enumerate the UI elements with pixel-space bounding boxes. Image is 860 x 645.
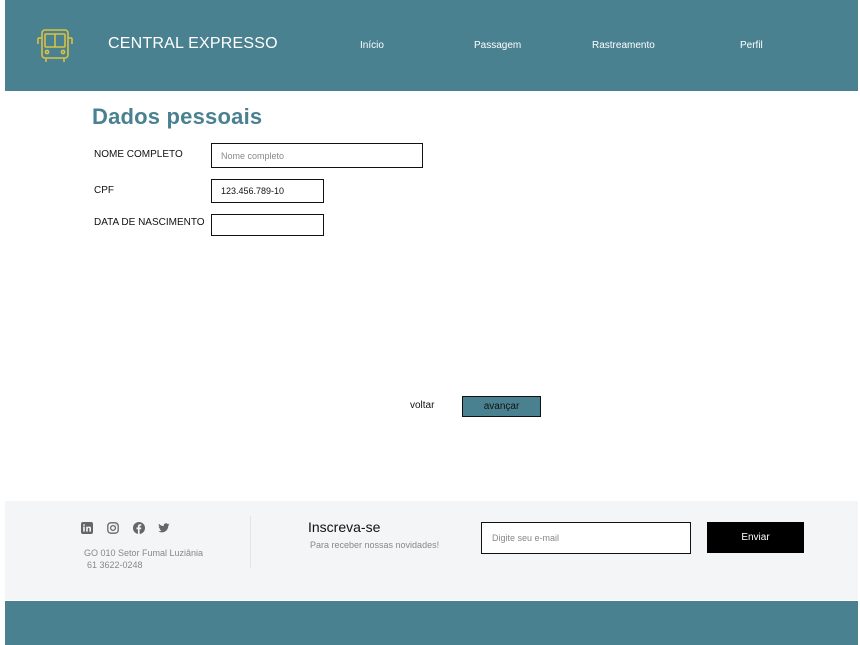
data-nascimento-input[interactable]: [211, 214, 324, 236]
enviar-button[interactable]: Enviar: [707, 522, 804, 553]
brand-name: CENTRAL EXPRESSO: [108, 35, 278, 52]
cpf-label: CPF: [94, 185, 114, 196]
page-title: Dados pessoais: [92, 104, 263, 129]
data-nascimento-label: DATA DE NASCIMENTO: [94, 217, 205, 228]
site-header: CENTRAL EXPRESSO Início Passagem Rastrea…: [5, 0, 858, 91]
cpf-input[interactable]: [211, 179, 324, 203]
nav-rastreamento[interactable]: Rastreamento: [592, 40, 655, 51]
nome-completo-label: NOME COMPLETO: [94, 149, 183, 160]
bus-icon[interactable]: [35, 26, 75, 66]
linkedin-icon[interactable]: [81, 522, 93, 534]
site-footer: GO 010 Setor Fumal Luziânia 61 3622-0248…: [5, 501, 858, 600]
phone-number: 61 3622-0248: [87, 560, 143, 570]
voltar-button[interactable]: voltar: [410, 400, 434, 411]
twitter-icon[interactable]: [158, 522, 170, 534]
address: GO 010 Setor Fumal Luziânia 61 3622-0248: [84, 547, 203, 571]
bottom-bar: [5, 601, 858, 645]
nav-passagem[interactable]: Passagem: [474, 40, 521, 51]
subscribe-subtitle: Para receber nossas novidades!: [310, 540, 440, 550]
instagram-icon[interactable]: [107, 522, 119, 534]
footer-divider: [250, 516, 251, 568]
subscribe-title: Inscreva-se: [308, 519, 381, 535]
facebook-icon[interactable]: [133, 522, 145, 534]
page: CENTRAL EXPRESSO Início Passagem Rastrea…: [5, 0, 858, 645]
nav-perfil[interactable]: Perfil: [740, 40, 763, 51]
email-input[interactable]: [481, 522, 691, 554]
avancar-button[interactable]: avançar: [462, 396, 541, 417]
nome-completo-input[interactable]: [211, 143, 423, 168]
address-line: GO 010 Setor Fumal Luziânia: [84, 548, 204, 558]
nav-inicio[interactable]: Início: [360, 40, 384, 51]
